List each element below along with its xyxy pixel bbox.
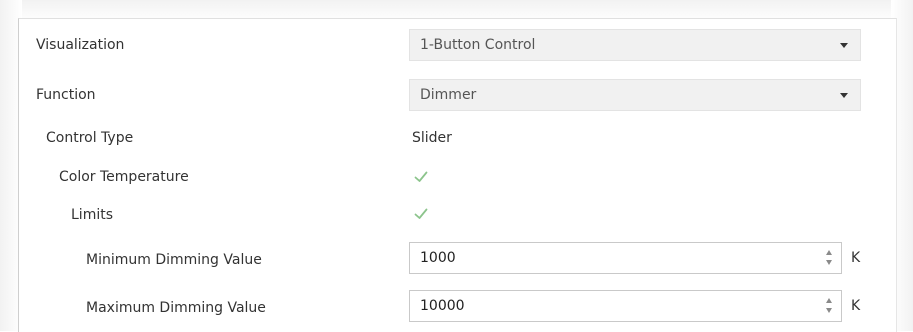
spinner-down-icon[interactable] bbox=[826, 308, 832, 313]
spinner-up-icon[interactable] bbox=[826, 250, 832, 255]
minimum-dimming-label: Minimum Dimming Value bbox=[86, 252, 262, 268]
function-label: Function bbox=[36, 87, 96, 103]
visualization-select[interactable]: 1-Button Control bbox=[409, 29, 861, 61]
limits-label: Limits bbox=[71, 207, 113, 223]
minimum-dimming-input[interactable]: 1000 bbox=[409, 242, 842, 274]
minimum-dimming-unit: K bbox=[851, 250, 861, 266]
maximum-dimming-input[interactable]: 10000 bbox=[409, 290, 842, 322]
parameter-window: Visualization 1-Button Control Function … bbox=[0, 0, 913, 332]
visualization-label: Visualization bbox=[36, 37, 125, 53]
control-type-value: Slider bbox=[412, 130, 452, 146]
control-type-label: Control Type bbox=[46, 130, 134, 146]
color-temperature-label: Color Temperature bbox=[59, 169, 189, 185]
spinner-down-icon[interactable] bbox=[826, 260, 832, 265]
chevron-down-icon bbox=[840, 43, 848, 48]
maximum-dimming-unit: K bbox=[851, 298, 861, 314]
limits-checkbox[interactable] bbox=[412, 205, 430, 223]
spinner-arrows-icon[interactable] bbox=[825, 248, 835, 268]
color-temperature-checkbox[interactable] bbox=[412, 168, 430, 186]
maximum-dimming-label: Maximum Dimming Value bbox=[86, 300, 266, 316]
function-select[interactable]: Dimmer bbox=[409, 79, 861, 111]
visualization-value: 1-Button Control bbox=[420, 37, 536, 53]
spinner-arrows-icon[interactable] bbox=[825, 296, 835, 316]
maximum-dimming-value: 10000 bbox=[420, 298, 465, 314]
function-value: Dimmer bbox=[420, 87, 477, 103]
chevron-down-icon bbox=[840, 93, 848, 98]
checkmark-icon bbox=[414, 208, 428, 219]
checkmark-icon bbox=[414, 171, 428, 182]
spinner-up-icon[interactable] bbox=[826, 298, 832, 303]
minimum-dimming-value: 1000 bbox=[420, 250, 456, 266]
